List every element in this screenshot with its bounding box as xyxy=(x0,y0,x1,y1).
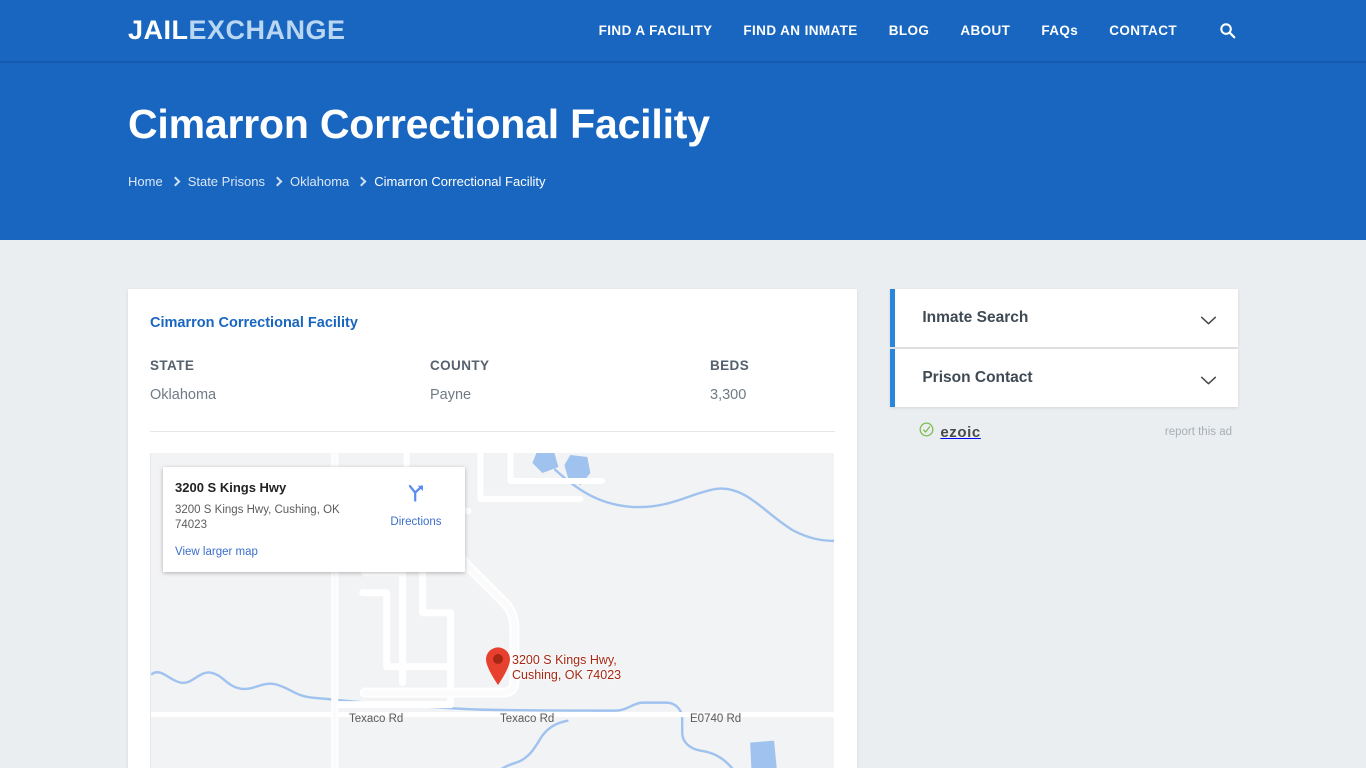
ezoic-badge[interactable]: ezoic xyxy=(919,422,981,442)
accordion-prison-contact[interactable]: Prison Contact xyxy=(890,349,1238,407)
breadcrumb: Home State Prisons Oklahoma Cimarron Cor… xyxy=(128,174,1238,189)
directions-button-label: Directions xyxy=(390,516,442,528)
logo-text-secondary: EXCHANGE xyxy=(188,15,346,45)
site-logo[interactable]: JAILEXCHANGE xyxy=(128,17,346,44)
breadcrumb-item-current: Cimarron Correctional Facility xyxy=(374,174,546,190)
chevron-down-icon[interactable] xyxy=(1200,313,1217,325)
page-body: Cimarron Correctional Facility STATE Okl… xyxy=(0,240,1366,768)
page-title: Cimarron Correctional Facility xyxy=(128,101,710,147)
nav-item-contact[interactable]: CONTACT xyxy=(1109,23,1177,38)
map-marker-label: 3200 S Kings Hwy, Cushing, OK 74023 xyxy=(512,653,621,683)
stat-state-label: STATE xyxy=(150,358,195,373)
map-marker-label-line1: 3200 S Kings Hwy, xyxy=(512,653,617,667)
logo-text-primary: JAIL xyxy=(128,15,189,45)
ad-footer: ezoic report this ad xyxy=(890,422,1238,442)
road-label-texaco-rd-east: Texaco Rd xyxy=(500,713,555,725)
report-this-ad-link[interactable]: report this ad xyxy=(1165,426,1232,438)
nav-item-blog[interactable]: BLOG xyxy=(889,23,930,38)
road-label-e0740-rd: E0740 Rd xyxy=(690,713,742,725)
nav-item-about[interactable]: ABOUT xyxy=(960,23,1010,38)
facility-card-title: Cimarron Correctional Facility xyxy=(150,315,358,331)
view-larger-map-link[interactable]: View larger map xyxy=(175,546,381,558)
stat-state-value: Oklahoma xyxy=(150,387,217,403)
road-label-texaco-rd-west: Texaco Rd xyxy=(349,713,404,725)
nav-item-find-a-facility[interactable]: FIND A FACILITY xyxy=(599,23,713,38)
map-infobox-address: 3200 S Kings Hwy, Cushing, OK 74023 xyxy=(175,503,340,531)
map-infobox-text: 3200 S Kings Hwy 3200 S Kings Hwy, Cushi… xyxy=(175,480,381,558)
chevron-right-icon xyxy=(356,176,367,187)
breadcrumb-item-home[interactable]: Home xyxy=(128,174,163,189)
chevron-right-icon xyxy=(170,176,181,187)
map-infobox-title: 3200 S Kings Hwy xyxy=(175,480,287,495)
nav-item-faqs[interactable]: FAQs xyxy=(1041,23,1078,38)
ezoic-label: ezoic xyxy=(940,423,981,441)
page-hero: Cimarron Correctional Facility Home Stat… xyxy=(0,63,1366,240)
stat-county-value: Payne xyxy=(430,387,472,403)
directions-button[interactable]: Directions xyxy=(381,480,451,558)
stat-county-label: COUNTY xyxy=(430,358,490,373)
map-pin-icon[interactable] xyxy=(484,646,512,691)
chevron-down-icon[interactable] xyxy=(1200,373,1217,385)
map-marker-label-line2: Cushing, OK 74023 xyxy=(512,667,622,682)
sidebar: Inmate Search Prison Contact ezoic repor… xyxy=(890,289,1238,442)
directions-fork-icon xyxy=(406,483,427,509)
stat-beds-label: BEDS xyxy=(710,358,750,373)
location-map[interactable]: S Kings Hwy 3490 Rd Texaco Rd Texaco Rd … xyxy=(150,453,834,768)
accordion-inmate-search[interactable]: Inmate Search xyxy=(890,289,1238,347)
stat-state: STATE Oklahoma xyxy=(150,358,430,403)
accordion-inmate-search-label: Inmate Search xyxy=(922,309,1029,326)
stat-beds-value: 3,300 xyxy=(710,387,747,403)
search-icon[interactable] xyxy=(1216,20,1238,42)
stat-beds: BEDS 3,300 xyxy=(710,358,749,403)
chevron-right-icon xyxy=(272,176,283,187)
stat-county: COUNTY Payne xyxy=(430,358,710,403)
site-header: JAILEXCHANGE FIND A FACILITY FIND AN INM… xyxy=(0,0,1366,63)
ezoic-logo-icon xyxy=(919,422,934,442)
facility-card: Cimarron Correctional Facility STATE Okl… xyxy=(128,289,858,768)
breadcrumb-item-oklahoma[interactable]: Oklahoma xyxy=(290,174,349,189)
nav-item-find-an-inmate[interactable]: FIND AN INMATE xyxy=(743,23,857,38)
facility-stats: STATE Oklahoma COUNTY Payne BEDS 3,300 xyxy=(150,358,836,432)
accordion-prison-contact-label: Prison Contact xyxy=(922,369,1033,386)
map-infobox: 3200 S Kings Hwy 3200 S Kings Hwy, Cushi… xyxy=(163,467,465,573)
main-navigation: FIND A FACILITY FIND AN INMATE BLOG ABOU… xyxy=(599,20,1238,42)
breadcrumb-item-state-prisons[interactable]: State Prisons xyxy=(188,174,265,189)
